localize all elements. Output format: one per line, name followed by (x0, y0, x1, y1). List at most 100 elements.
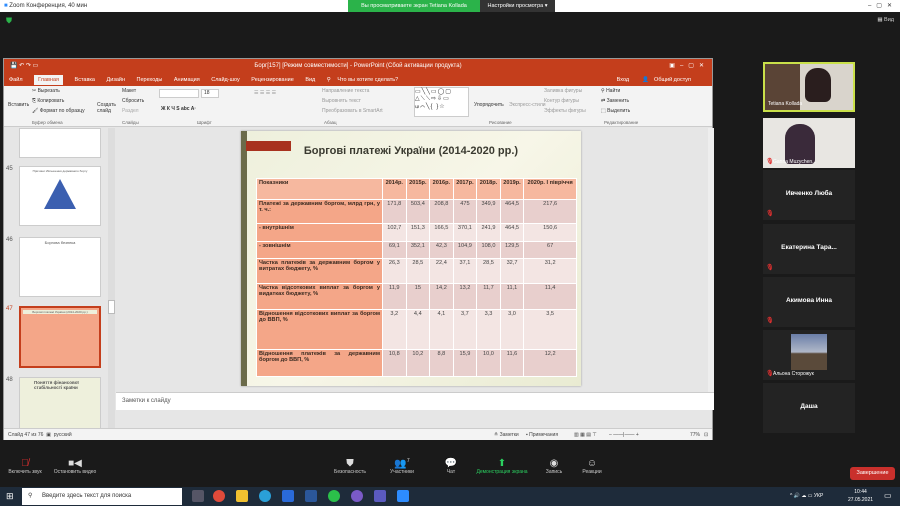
tab-transitions[interactable]: Переходы (137, 77, 163, 83)
slide-thumbnail[interactable]: Боргова безпека (19, 237, 101, 297)
participant-person (805, 68, 831, 102)
participant-tile[interactable]: Tetiana Kollada (763, 62, 855, 112)
replace-button[interactable]: ⇄ Заменить (601, 98, 629, 104)
viber-icon[interactable] (351, 490, 363, 502)
table-cell: 3,0 (499, 309, 525, 350)
font-name-input[interactable] (159, 89, 199, 98)
file-explorer-icon[interactable] (236, 490, 248, 502)
signin-link[interactable]: Вход (617, 77, 629, 83)
table-cell: 11,6 (499, 349, 525, 377)
teams-icon[interactable] (374, 490, 386, 502)
current-slide[interactable]: Боргові платежі України (2014-2020 рр.) … (241, 131, 581, 386)
slide-thumbnail-selected[interactable]: Боргові платежі України (2014-2020 рр.) (19, 306, 101, 368)
tab-view[interactable]: Вид (305, 77, 315, 83)
app-icon[interactable] (282, 490, 294, 502)
task-view-icon[interactable] (192, 490, 204, 502)
slide-counter: Слайд 47 из 76 (8, 432, 44, 438)
shape-effects-button[interactable]: Эффекты фигуры (544, 108, 586, 114)
end-meeting-button[interactable]: Завершение (850, 467, 895, 480)
smartart-button[interactable]: Преобразовать в SmartArt (322, 108, 383, 114)
notifications-icon[interactable]: ▭ (884, 491, 892, 500)
table-cell: 108,0 (476, 241, 501, 259)
format-painter-button[interactable]: 🖌 Формат по образцу (32, 108, 85, 114)
align-text-button[interactable]: Выровнять текст (322, 98, 361, 104)
tab-home[interactable]: Главная (34, 75, 63, 85)
share-screen-button[interactable]: ⬆ Демонстрация экрана (472, 458, 532, 475)
ribbon-home: Вставить ✂ Вырезать ⎘ Копировать 🖌 Форма… (4, 86, 712, 127)
reactions-button[interactable]: ☺ Реакции (562, 458, 622, 475)
table-cell: 15 (405, 283, 431, 310)
row-label: Частка відсоткових виплат за боргом у ви… (256, 283, 383, 310)
share-button[interactable]: 👤 Общий доступ (642, 77, 696, 83)
participant-tile[interactable]: Ивченко Люба 🎙 (763, 170, 855, 220)
participant-tile[interactable]: Акимова Инна 🎙 (763, 277, 855, 327)
paste-button[interactable]: Вставить (8, 102, 29, 108)
find-button[interactable]: ⚲ Найти (601, 88, 620, 94)
system-tray[interactable]: ^ 🔊 ☁ ▭ УКР (790, 493, 823, 499)
shapes-gallery[interactable]: ▭╲╲▭◯▢ △⟍⟍⇨⇩▭ ⟒⌒╲{ }☆ (414, 87, 469, 117)
view-button[interactable]: ▦ Вид (877, 17, 894, 23)
new-slide-button[interactable]: Создать слайд (97, 102, 117, 114)
fit-slide-button[interactable]: ⊡ (704, 429, 708, 441)
text-direction-button[interactable]: Направление текста (322, 88, 369, 94)
slide-thumbnail-panel: 45 Причини збільшення державного боргу 4… (4, 128, 116, 429)
table-cell: 171,8 (382, 199, 407, 224)
notes-toggle[interactable]: ≙ Заметки (494, 429, 519, 441)
table-row: Частка платежів за державним боргом у ви… (256, 258, 577, 284)
comments-toggle[interactable]: ▪ Примечания (526, 429, 558, 441)
ppt-window-controls[interactable]: ▣ – ▢ ✕ (669, 59, 704, 74)
quick-access-toolbar[interactable]: 💾 ↶ ↷ ▭ (10, 59, 38, 74)
language-indicator[interactable]: русский (54, 432, 72, 438)
slide-scrollbar[interactable] (708, 128, 714, 392)
section-button[interactable]: Раздел (122, 108, 139, 114)
stop-video-button[interactable]: ■◀ Остановить видео (45, 458, 105, 475)
select-button[interactable]: ⬚ Выделить (601, 108, 630, 114)
tell-me-search[interactable]: ⚲ Что вы хотите сделать? (327, 77, 403, 83)
copy-button[interactable]: ⎘ Копировать (32, 98, 64, 104)
reset-button[interactable]: Сбросить (122, 98, 144, 104)
participant-tile[interactable]: 🎙 Альона Сторожук (763, 330, 855, 380)
quick-styles-button[interactable]: Экспресс-стили (509, 102, 546, 108)
list-buttons[interactable]: ☰ ☰ ☰ ☰ (254, 90, 276, 96)
zoom-level[interactable]: 77% (690, 429, 700, 441)
tab-review[interactable]: Рецензирование (251, 77, 293, 83)
slide-thumbnail[interactable] (19, 128, 101, 158)
word-icon[interactable] (305, 490, 317, 502)
slide-thumbnail[interactable]: Поняття фінансової стабільності країни (19, 377, 101, 429)
slide-thumbnail[interactable]: Причини збільшення державного боргу (19, 166, 101, 226)
zoom-slider[interactable]: – ——|—— + (609, 429, 639, 441)
tab-insert[interactable]: Вставка (75, 77, 95, 83)
font-format-buttons[interactable]: Ж К Ч S abc A· (161, 106, 196, 112)
edge-icon[interactable] (259, 490, 271, 502)
taskbar-search-input[interactable]: ⚲ Введите здесь текст для поиска (22, 488, 182, 505)
view-settings-button[interactable]: Настройки просмотра ▾ (480, 0, 555, 12)
layout-button[interactable]: Макет (122, 88, 136, 94)
notes-pane[interactable]: Заметки к слайду (116, 392, 714, 410)
tab-slideshow[interactable]: Слайд-шоу (211, 77, 240, 83)
arrange-button[interactable]: Упорядочить (474, 102, 504, 108)
participant-tile[interactable]: Даша (763, 383, 855, 433)
zoom-taskbar-icon[interactable] (397, 490, 409, 502)
chrome-icon[interactable] (213, 490, 225, 502)
table-cell: 4,1 (429, 309, 454, 350)
shape-outline-button[interactable]: Контур фигуры (544, 98, 579, 104)
view-buttons[interactable]: ▥ ▦ ▤ ⊤ (574, 429, 597, 441)
security-button[interactable]: ⛊ Безопасность (320, 458, 380, 475)
tab-animation[interactable]: Анимация (174, 77, 200, 83)
spellcheck-icon[interactable]: ▣ (46, 432, 51, 438)
shape-fill-button[interactable]: Заливка фигуры (544, 88, 582, 94)
windows-start-icon[interactable]: ⊞ (6, 491, 14, 502)
participant-tile[interactable]: 🎙 Ganna Muzychen... (763, 118, 855, 168)
window-title: Zoom Конференция, 40 мин (9, 3, 88, 9)
taskbar-clock[interactable]: 10:44 27.05.2021 (848, 488, 873, 504)
tab-file[interactable]: Файл (9, 77, 23, 83)
participant-tile[interactable]: Екатерина Тара... 🎙 (763, 224, 855, 274)
tab-design[interactable]: Дизайн (107, 77, 126, 83)
thumbnail-scrollbar[interactable] (108, 128, 115, 428)
table-header-cell: 2019р. (499, 178, 525, 200)
cut-button[interactable]: ✂ Вырезать (32, 88, 60, 94)
table-row: Відношення платежів за державним боргом … (256, 349, 577, 377)
wechat-icon[interactable] (328, 490, 340, 502)
window-controls[interactable]: – ▢ ✕ (868, 0, 892, 12)
font-size-input[interactable]: 18 (201, 89, 219, 98)
